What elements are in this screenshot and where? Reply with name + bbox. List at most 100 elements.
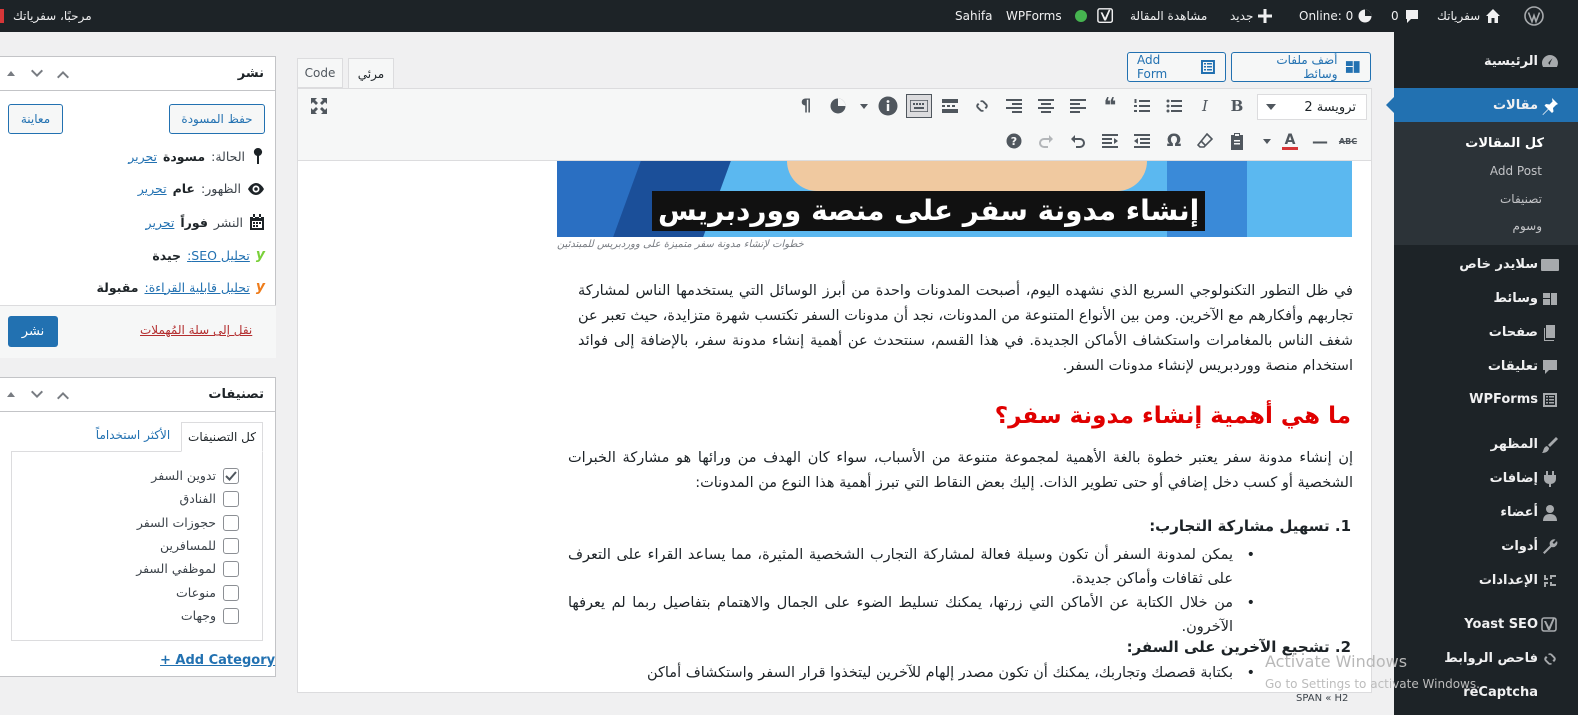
menu-comments[interactable]: تعليقات: [1394, 349, 1578, 383]
category-checkbox[interactable]: [223, 561, 239, 578]
wordpress-logo-icon[interactable]: [1524, 0, 1544, 32]
chevron-down-icon[interactable]: [30, 388, 44, 402]
edit-schedule-link[interactable]: تحرير: [146, 215, 175, 230]
chevron-down-icon[interactable]: [30, 67, 44, 81]
add-form-button[interactable]: Add Form: [1127, 52, 1226, 82]
align-center-icon[interactable]: [1034, 94, 1058, 118]
format-select[interactable]: ترويسة 2: [1257, 94, 1367, 120]
chevron-down-icon[interactable]: [1261, 129, 1273, 153]
move-to-trash-link[interactable]: نقل إلى سلة المُهملات: [140, 323, 252, 337]
activate-windows-watermark: Activate Windows: [1265, 652, 1408, 671]
bullet-list-icon[interactable]: [1162, 94, 1186, 118]
readability-link[interactable]: تحليل قابلية القراءة:: [145, 280, 250, 295]
category-item[interactable]: تدوين السفر: [0, 468, 252, 488]
sahifa-link[interactable]: Sahifa: [955, 0, 993, 32]
strikethrough-icon[interactable]: ABC: [1336, 129, 1360, 153]
category-checkbox[interactable]: [223, 468, 239, 484]
submenu-tags[interactable]: وسوم: [1513, 219, 1542, 233]
numbered-list-icon[interactable]: [1130, 94, 1154, 118]
menu-wpforms[interactable]: WPForms: [1394, 382, 1578, 416]
wpforms-link[interactable]: WPForms: [1006, 0, 1062, 32]
read-more-icon[interactable]: [938, 94, 962, 118]
category-item[interactable]: للمسافرين: [0, 537, 252, 558]
slider-icon: [1540, 255, 1560, 275]
menu-settings[interactable]: الإعدادات: [1394, 563, 1578, 597]
greeting-link[interactable]: مرحبًا، سفرياتك: [0, 0, 92, 32]
align-right-icon[interactable]: [1002, 94, 1026, 118]
menu-label: سلايدر خاص: [1459, 256, 1538, 272]
toolbar-toggle-icon[interactable]: [906, 94, 932, 118]
horizontal-line-icon[interactable]: —: [1308, 129, 1332, 153]
help-icon[interactable]: ?: [1002, 129, 1026, 153]
save-draft-button[interactable]: حفظ المسودة: [169, 104, 265, 134]
category-label: تدوين السفر: [151, 468, 216, 483]
menu-slider[interactable]: سلايدر خاص: [1394, 247, 1578, 281]
add-category-link[interactable]: + Add Category: [160, 653, 275, 668]
chevron-up-icon[interactable]: [56, 388, 70, 402]
menu-yoast[interactable]: Yoast SEO: [1394, 607, 1578, 641]
menu-link-checker[interactable]: فاحص الروابط: [1394, 641, 1578, 675]
chevron-down-icon[interactable]: [857, 94, 871, 118]
blockquote-icon[interactable]: ❝: [1098, 94, 1122, 119]
menu-users[interactable]: أعضاء: [1394, 495, 1578, 529]
redo-icon[interactable]: [1034, 129, 1058, 153]
menu-pages[interactable]: صفحات: [1394, 315, 1578, 349]
bold-icon[interactable]: B: [1225, 94, 1249, 118]
tab-all-categories[interactable]: كل التصنيفات: [181, 422, 263, 452]
paste-text-icon[interactable]: [1225, 129, 1249, 153]
submenu-all-posts[interactable]: كل المقالات: [1465, 136, 1544, 151]
yoast-icon[interactable]: [1097, 0, 1115, 32]
menu-plugins[interactable]: إضافات: [1394, 461, 1578, 495]
site-name-link[interactable]: سفرياتك: [1437, 0, 1501, 32]
paragraph-direction-icon[interactable]: ¶: [794, 94, 818, 118]
comments-link[interactable]: 0: [1391, 0, 1420, 32]
new-content-link[interactable]: جديد: [1230, 0, 1273, 32]
tab-visual[interactable]: مرئي: [348, 58, 394, 89]
chevron-up-icon[interactable]: [56, 67, 70, 81]
text-color-icon[interactable]: A: [1278, 129, 1302, 153]
seo-analysis-link[interactable]: تحليل SEO:: [187, 248, 250, 263]
category-checkbox[interactable]: [223, 491, 239, 508]
insert-link-icon[interactable]: [970, 94, 994, 118]
view-post-link[interactable]: مشاهدة المقالة: [1130, 0, 1207, 32]
category-checkbox[interactable]: [223, 584, 239, 601]
format-select-value: ترويسة 2: [1304, 99, 1356, 115]
category-item[interactable]: منوعات: [0, 584, 252, 605]
category-item[interactable]: وجهات: [0, 607, 252, 628]
menu-media[interactable]: وسائط: [1394, 281, 1578, 315]
add-media-button[interactable]: أضف ملفات وسائط: [1231, 52, 1371, 82]
editor-content[interactable]: إنشاء مدونة سفر على منصة ووردبريس خطوات …: [298, 161, 1371, 687]
fullscreen-icon[interactable]: [307, 94, 331, 118]
online-counter[interactable]: Online: 0: [1299, 0, 1372, 32]
category-item[interactable]: حجوزات السفر: [0, 514, 252, 535]
preview-button[interactable]: معاينة: [8, 104, 63, 134]
publish-button[interactable]: نشر: [8, 316, 58, 347]
outdent-icon[interactable]: [1130, 129, 1154, 153]
undo-icon[interactable]: [1066, 129, 1090, 153]
special-character-icon[interactable]: Ω: [1162, 129, 1186, 153]
tab-most-used[interactable]: الأكثر استخداماً: [88, 428, 178, 442]
menu-appearance[interactable]: المظهر: [1394, 427, 1578, 461]
toggle-panel-icon[interactable]: [4, 388, 18, 402]
category-item[interactable]: لموظفي السفر: [0, 561, 252, 581]
clear-formatting-icon[interactable]: [1193, 129, 1217, 153]
align-left-icon[interactable]: [1066, 94, 1090, 118]
menu-dashboard[interactable]: الرئيسية: [1394, 44, 1578, 78]
indent-icon[interactable]: [1098, 129, 1122, 153]
menu-tools[interactable]: أدوات: [1394, 529, 1578, 563]
menu-posts[interactable]: مقالات: [1386, 88, 1578, 122]
category-item[interactable]: الفنادق: [0, 491, 252, 511]
pie-chart-icon[interactable]: [826, 94, 850, 118]
edit-visibility-link[interactable]: تحرير: [138, 181, 167, 196]
italic-icon[interactable]: I: [1193, 94, 1217, 118]
category-checkbox[interactable]: [223, 607, 239, 624]
pin-icon: [253, 148, 263, 164]
tab-code[interactable]: Code: [297, 58, 343, 88]
toggle-panel-icon[interactable]: [4, 67, 18, 81]
edit-status-link[interactable]: تحرير: [128, 149, 157, 164]
category-checkbox[interactable]: [223, 514, 239, 531]
submenu-categories[interactable]: تصنيفات: [1500, 192, 1542, 206]
submenu-add-post[interactable]: Add Post: [1490, 164, 1542, 178]
category-checkbox[interactable]: [223, 537, 239, 554]
info-icon[interactable]: [876, 94, 900, 118]
